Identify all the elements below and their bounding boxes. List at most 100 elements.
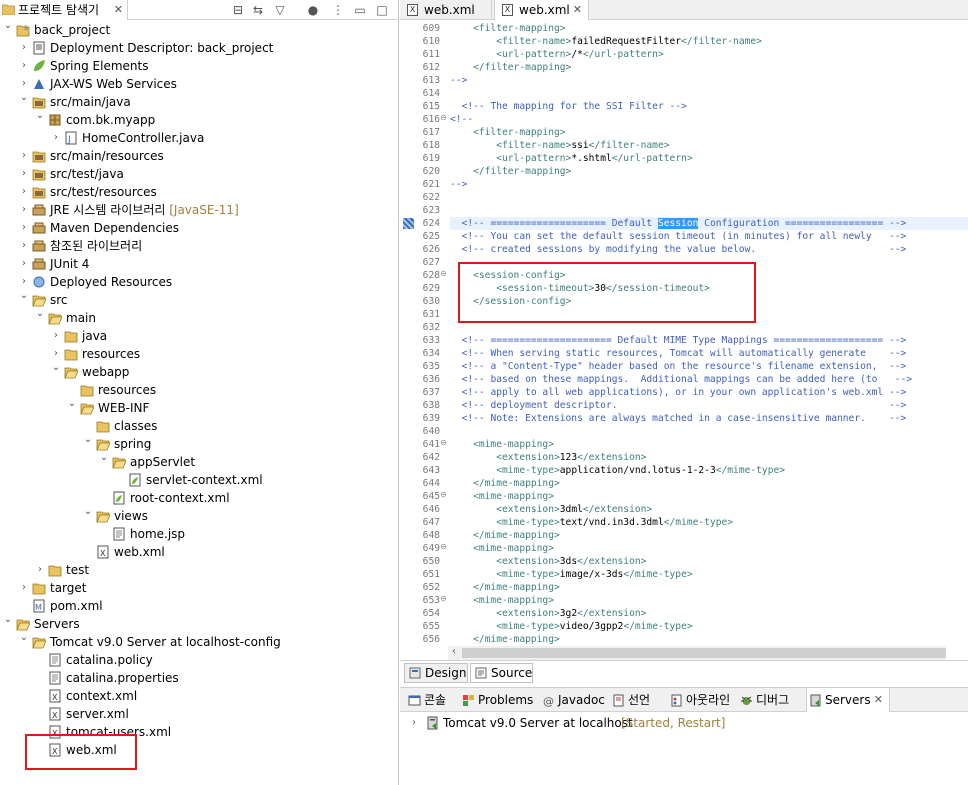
tree-item[interactable]: › src/test/resources: [0, 183, 398, 201]
chevron-down-icon[interactable]: ⌄: [2, 20, 14, 35]
tree-item[interactable]: ⌄ views: [0, 506, 398, 525]
chevron-right-icon[interactable]: ›: [18, 39, 30, 57]
tab-outline[interactable]: 아웃라인: [668, 688, 734, 712]
tree-item[interactable]: › Deployed Resources: [0, 273, 398, 291]
fold-toggle-icon[interactable]: ⊖: [440, 269, 447, 278]
focus-icon[interactable]: ●: [305, 2, 321, 18]
close-icon[interactable]: ✕: [573, 0, 582, 20]
close-icon[interactable]: ✕: [874, 688, 883, 712]
horizontal-scrollbar[interactable]: ‹: [448, 646, 946, 660]
chevron-right-icon[interactable]: ›: [18, 57, 30, 75]
chevron-down-icon[interactable]: ⌄: [82, 503, 94, 521]
link-editor-icon[interactable]: ⇆: [250, 2, 266, 18]
tab-console[interactable]: 콘솔: [406, 688, 456, 712]
tree-item[interactable]: › Deployment Descriptor: back_project: [0, 39, 398, 57]
tree-item[interactable]: ⌄ appServlet: [0, 452, 398, 471]
line-number: 628: [422, 270, 440, 281]
tree-item[interactable]: Xserver.xml: [0, 705, 398, 723]
fold-toggle-icon[interactable]: ⊖: [440, 438, 447, 447]
filter-icon[interactable]: ▽: [272, 2, 288, 18]
tree-item[interactable]: › 참조된 라이브러리: [0, 237, 398, 255]
chevron-down-icon[interactable]: ⌄: [66, 395, 78, 413]
tab-debug[interactable]: 디버그: [738, 688, 802, 712]
chevron-down-icon[interactable]: ⌄: [98, 449, 110, 467]
tree-item[interactable]: classes: [0, 417, 398, 435]
tree-item[interactable]: resources: [0, 381, 398, 399]
tree-item[interactable]: ⌄ Sback_project: [0, 20, 398, 39]
tab-problems[interactable]: Problems: [460, 688, 536, 712]
server-row[interactable]: › Tomcat v9.0 Server at localhost [Start…: [408, 714, 808, 732]
chevron-right-icon[interactable]: ›: [34, 561, 46, 579]
tree-item[interactable]: servlet-context.xml: [0, 471, 398, 489]
chevron-right-icon[interactable]: ›: [18, 201, 30, 219]
tree-item[interactable]: root-context.xml: [0, 489, 398, 507]
tree-item[interactable]: ⌄ webapp: [0, 362, 398, 381]
chevron-right-icon[interactable]: ›: [18, 219, 30, 237]
collapse-all-icon[interactable]: ⊟: [230, 2, 246, 18]
tree-item[interactable]: › Spring Elements: [0, 57, 398, 75]
chevron-right-icon[interactable]: ›: [50, 327, 62, 345]
tree-item[interactable]: Xweb.xml: [0, 543, 398, 561]
fold-toggle-icon[interactable]: ⊖: [440, 490, 447, 499]
tree-item[interactable]: › src/test/java: [0, 165, 398, 183]
tree-item[interactable]: › src/main/resources: [0, 147, 398, 165]
tree-item[interactable]: ⌄ Tomcat v9.0 Server at localhost-config: [0, 632, 398, 651]
maximize-icon[interactable]: □: [374, 2, 390, 18]
tree-item[interactable]: Mpom.xml: [0, 597, 398, 615]
tree-item[interactable]: ⌄ src/main/java: [0, 92, 398, 111]
chevron-down-icon[interactable]: ⌄: [82, 431, 94, 449]
tree-item[interactable]: › java: [0, 327, 398, 345]
design-tab[interactable]: Design: [404, 663, 468, 683]
chevron-right-icon[interactable]: ›: [18, 579, 30, 597]
chevron-down-icon[interactable]: ⌄: [50, 359, 62, 377]
editor-tab-1[interactable]: X web.xml: [400, 0, 492, 20]
chevron-right-icon[interactable]: ›: [18, 255, 30, 273]
fold-toggle-icon[interactable]: ⊖: [440, 594, 447, 603]
chevron-down-icon[interactable]: ⌄: [34, 305, 46, 323]
tab-servers[interactable]: Servers ✕: [806, 688, 890, 712]
tree-item[interactable]: › JRE 시스템 라이브러리 [JavaSE-11]: [0, 201, 398, 219]
fold-toggle-icon[interactable]: ⊖: [440, 113, 447, 122]
minimize-icon[interactable]: ▭: [352, 2, 368, 18]
tree-item[interactable]: catalina.policy: [0, 651, 398, 669]
chevron-down-icon[interactable]: ⌄: [2, 611, 14, 629]
chevron-right-icon[interactable]: ›: [408, 714, 420, 732]
close-icon[interactable]: ✕: [114, 0, 123, 20]
code-line: <filter-mapping>: [473, 23, 566, 34]
tree-item[interactable]: ⌄ com.bk.myapp: [0, 110, 398, 129]
chevron-right-icon[interactable]: ›: [18, 183, 30, 201]
chevron-down-icon[interactable]: ⌄: [18, 629, 30, 647]
tree-item[interactable]: › test: [0, 561, 398, 579]
tree-item[interactable]: › Maven Dependencies: [0, 219, 398, 237]
tree-item[interactable]: ⌄ src: [0, 290, 398, 309]
project-explorer-tab[interactable]: 프로젝트 탐색기 ✕: [0, 0, 128, 20]
tab-javadoc[interactable]: @ Javadoc: [540, 688, 606, 712]
chevron-down-icon[interactable]: ⌄: [34, 107, 46, 125]
source-tab[interactable]: Source: [470, 663, 533, 683]
chevron-right-icon[interactable]: ›: [18, 237, 30, 255]
tree-item[interactable]: › JUnit 4: [0, 255, 398, 273]
tree-item[interactable]: home.jsp: [0, 525, 398, 543]
tree-item[interactable]: ⌄ Servers: [0, 614, 398, 633]
tree-item[interactable]: › J HomeController.java: [0, 129, 398, 147]
editor-tab-2[interactable]: X web.xml ✕: [494, 0, 589, 20]
chevron-down-icon[interactable]: ⌄: [18, 89, 30, 107]
view-menu-icon[interactable]: ⋮: [330, 2, 346, 18]
tree-item[interactable]: › JAX-WS Web Services: [0, 75, 398, 93]
chevron-right-icon[interactable]: ›: [18, 165, 30, 183]
tree-item[interactable]: ⌄ spring: [0, 434, 398, 453]
tree-item[interactable]: catalina.properties: [0, 669, 398, 687]
scroll-thumb[interactable]: [462, 648, 946, 658]
tab-declaration[interactable]: 선언: [610, 688, 662, 712]
fold-toggle-icon[interactable]: ⊖: [440, 542, 447, 551]
chevron-right-icon[interactable]: ›: [18, 147, 30, 165]
tree-item[interactable]: ⌄ main: [0, 308, 398, 327]
tree-item[interactable]: › target: [0, 579, 398, 597]
chevron-down-icon[interactable]: ⌄: [18, 287, 30, 305]
scroll-left-icon[interactable]: ‹: [452, 646, 456, 657]
tree-item[interactable]: Xcontext.xml: [0, 687, 398, 705]
tree-item-label: appServlet: [130, 455, 196, 469]
chevron-right-icon[interactable]: ›: [50, 129, 62, 147]
code-editor[interactable]: 609 <filter-mapping> 610 <filter-name>fai…: [400, 20, 968, 646]
tree-item[interactable]: ⌄ WEB-INF: [0, 398, 398, 417]
